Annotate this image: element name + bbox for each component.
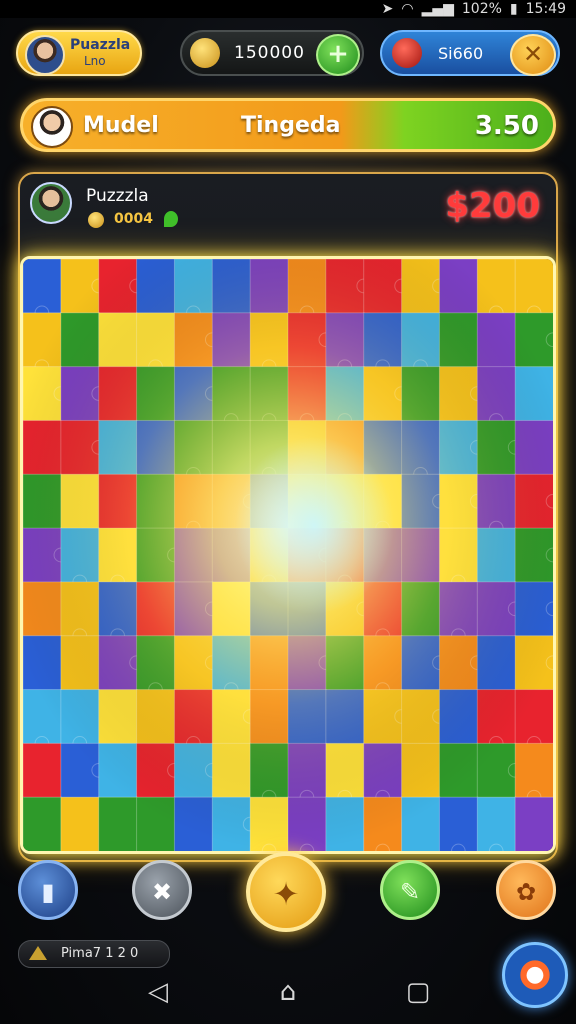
close-button[interactable]: ✕ [510, 34, 556, 76]
edit-button[interactable]: ✎ [380, 860, 440, 920]
puzzle-grid[interactable] [23, 259, 553, 851]
trash-button[interactable]: ▮ [18, 860, 78, 920]
shuffle-button[interactable]: ✖ [132, 860, 192, 920]
prize-amount: $200 [445, 186, 540, 226]
opponent-progress-bar: Mudel Tingeda 3.50 [20, 98, 556, 152]
settings-button[interactable]: ✿ [496, 860, 556, 920]
board-player-avatar [30, 182, 72, 224]
opponent-score: 3.50 [474, 111, 539, 141]
signal-icon: ▂▄▆ [421, 1, 454, 17]
board-player-name: Puzzzla [86, 186, 149, 206]
apple-gem-icon [392, 38, 422, 68]
board-player-coins: 0004 [114, 211, 153, 227]
hint-button[interactable]: ✦ [246, 852, 326, 932]
mascot-icon: ● [525, 962, 545, 987]
leaf-icon [164, 211, 178, 227]
gear-icon: ✿ [515, 878, 537, 906]
nav-back-button[interactable]: ◁ [138, 972, 178, 1012]
player-level: Lno [84, 54, 106, 68]
opponent-avatar [31, 106, 73, 148]
nav-home-button[interactable]: ⌂ [268, 972, 308, 1012]
opponent-name: Mudel [83, 113, 159, 138]
triangle-icon [29, 946, 47, 960]
game-screen: ➤ ◠ ▂▄▆ 102% ▮ 15:49 Puazzla Lno 150000 … [0, 0, 576, 1024]
match-label: Tingeda [241, 113, 341, 138]
puzzle-board[interactable] [20, 256, 556, 854]
battery-icon: ▮ [509, 1, 518, 17]
gem-counter: Si660 ✕ [380, 30, 560, 76]
coin-bag-icon [190, 38, 220, 68]
mascot-button[interactable]: ● [502, 942, 568, 1008]
coin-counter: 150000 + [180, 30, 364, 76]
nav-recent-button[interactable]: ▢ [398, 972, 438, 1012]
player-name: Puazzla [70, 37, 131, 53]
pencil-icon: ✎ [399, 878, 421, 906]
coin-value: 150000 [234, 43, 305, 63]
wifi-icon: ◠ [401, 1, 414, 17]
shuffle-icon: ✖ [151, 878, 173, 906]
clock: 15:49 [525, 1, 566, 17]
battery-level: 102% [461, 1, 502, 17]
profile-badge[interactable]: Puazzla Lno [16, 30, 142, 76]
add-coins-button[interactable]: + [316, 34, 360, 76]
gem-value: Si660 [438, 44, 484, 63]
bottom-ticker: Pima7 1 2 0 [18, 940, 170, 968]
trash-icon: ▮ [41, 878, 55, 906]
ticker-text: Pima7 1 2 0 [61, 946, 139, 961]
puzzle-piece-icon: ✦ [272, 875, 300, 913]
player-avatar [25, 35, 65, 75]
board-highlight [23, 259, 553, 851]
small-coin-icon [88, 212, 104, 228]
status-bar: ➤ ◠ ▂▄▆ 102% ▮ 15:49 [0, 0, 576, 18]
navigation-arrow-icon: ➤ [381, 1, 394, 17]
